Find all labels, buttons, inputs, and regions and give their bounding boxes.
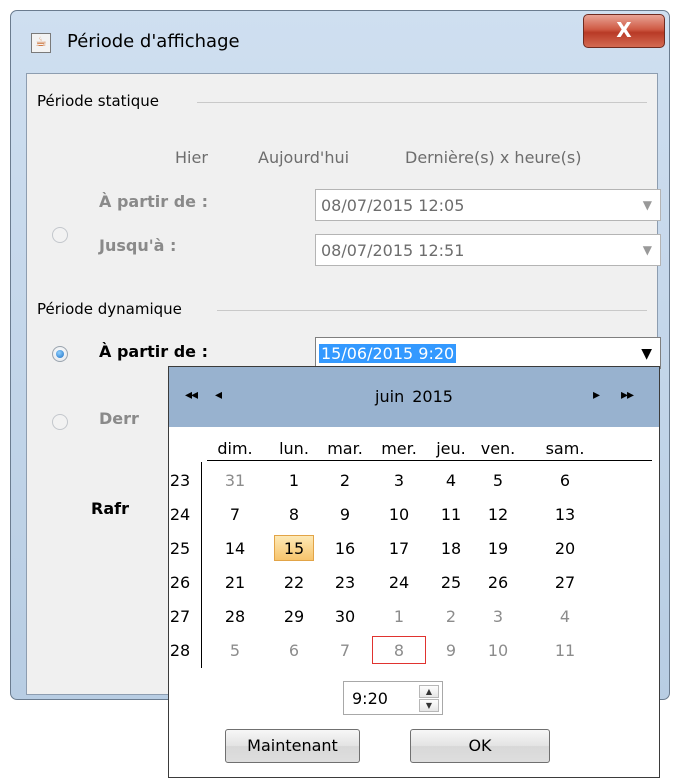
dynamic-last-label: Derr (99, 409, 139, 428)
weekday-header: sam. (545, 439, 585, 458)
calendar-day[interactable]: 14 (211, 539, 259, 558)
calendar-day[interactable]: 10 (474, 641, 522, 660)
calendar-day[interactable]: 20 (541, 539, 589, 558)
calendar-day[interactable]: 9 (427, 641, 475, 660)
week-number-divider (201, 462, 202, 668)
week-number: 24 (169, 505, 191, 524)
weekday-header: lun. (279, 439, 309, 458)
static-from-label: À partir de : (99, 192, 208, 211)
calendar-day[interactable]: 31 (211, 471, 259, 490)
ok-button[interactable]: OK (410, 729, 550, 763)
weekday-header: ven. (480, 439, 516, 458)
weekday-header: mar. (327, 439, 363, 458)
refresh-label: Rafr (91, 499, 129, 518)
calendar-day[interactable]: 1 (375, 607, 423, 626)
static-period-radio[interactable] (52, 227, 68, 243)
next-month-icon[interactable]: ▸ (593, 387, 600, 403)
calendar-day[interactable]: 11 (541, 641, 589, 660)
calendar-day[interactable]: 3 (474, 607, 522, 626)
month-label: juin (375, 387, 405, 406)
window-title: Période d'affichage (67, 31, 240, 52)
calendar-day[interactable]: 13 (541, 505, 589, 524)
spinner-down-icon[interactable]: ▼ (419, 699, 439, 712)
month-year-title: juin 2015 (169, 387, 659, 406)
calendar-day[interactable]: 6 (541, 471, 589, 490)
calendar-day[interactable]: 8 (270, 505, 318, 524)
spinner-up-icon[interactable]: ▲ (419, 685, 439, 698)
week-number: 26 (169, 573, 191, 592)
calendar-day[interactable]: 27 (541, 573, 589, 592)
calendar-day[interactable]: 1 (270, 471, 318, 490)
calendar-day[interactable]: 7 (211, 505, 259, 524)
calendar-day[interactable]: 24 (375, 573, 423, 592)
calendar-day[interactable]: 12 (474, 505, 522, 524)
week-number: 28 (169, 641, 191, 660)
dynamic-last-radio[interactable] (52, 414, 68, 430)
static-period-title: Période statique (37, 92, 167, 110)
dynamic-from-value[interactable]: 15/06/2015 9:20 (319, 344, 457, 363)
calendar-day[interactable]: 22 (270, 573, 318, 592)
time-value[interactable]: 9:20 (352, 689, 388, 708)
dynamic-from-label: À partir de : (99, 342, 208, 361)
weekday-header: jeu. (436, 439, 466, 458)
chevron-down-icon: ▼ (641, 346, 652, 362)
calendar-day[interactable]: 2 (427, 607, 475, 626)
java-icon: ☕ (31, 33, 51, 53)
close-button[interactable]: X (583, 14, 665, 48)
year-label: 2015 (412, 387, 453, 406)
static-from-combo[interactable]: 08/07/2015 12:05 ▼ (315, 189, 661, 221)
dynamic-period-title: Période dynamique (37, 300, 190, 318)
dynamic-from-radio[interactable] (52, 346, 68, 362)
col-today[interactable]: Aujourd'hui (258, 148, 349, 167)
weekday-divider (207, 460, 652, 461)
calendar-day[interactable]: 2 (321, 471, 369, 490)
calendar-header: ◂◂ ◂ juin 2015 ▸ ▸▸ (169, 367, 659, 427)
calendar-day[interactable]: 17 (375, 539, 423, 558)
calendar-day[interactable]: 19 (474, 539, 522, 558)
week-number: 23 (169, 471, 191, 490)
calendar-day[interactable]: 5 (474, 471, 522, 490)
date-picker-popup: ◂◂ ◂ juin 2015 ▸ ▸▸ dim. lun. mar. mer. jeu. v… (168, 366, 660, 778)
calendar-day[interactable]: 8 (375, 641, 423, 660)
calendar-day[interactable]: 29 (270, 607, 318, 626)
calendar-day[interactable]: 18 (427, 539, 475, 558)
week-number: 25 (169, 539, 191, 558)
static-to-label: Jusqu'à : (99, 236, 177, 255)
calendar-day[interactable]: 5 (211, 641, 259, 660)
calendar-day[interactable]: 21 (211, 573, 259, 592)
calendar-day[interactable]: 28 (211, 607, 259, 626)
next-year-icon[interactable]: ▸▸ (621, 387, 634, 403)
calendar-day[interactable]: 9 (321, 505, 369, 524)
static-to-combo[interactable]: 08/07/2015 12:51 ▼ (315, 234, 661, 266)
group-divider (217, 310, 647, 311)
calendar-day[interactable]: 10 (375, 505, 423, 524)
calendar-day[interactable]: 4 (427, 471, 475, 490)
calendar-day[interactable]: 30 (321, 607, 369, 626)
calendar-day[interactable]: 26 (474, 573, 522, 592)
static-from-value: 08/07/2015 12:05 (321, 196, 465, 215)
chevron-down-icon: ▼ (642, 198, 652, 212)
col-yesterday[interactable]: Hier (175, 148, 208, 167)
weekday-header: dim. (217, 439, 253, 458)
calendar-day[interactable]: 4 (541, 607, 589, 626)
calendar-day[interactable]: 6 (270, 641, 318, 660)
time-spinner[interactable]: 9:20 ▲ ▼ (343, 681, 443, 715)
dynamic-from-combo[interactable]: 15/06/2015 9:20 ▼ (315, 337, 661, 369)
week-number: 27 (169, 607, 191, 626)
calendar-day[interactable]: 23 (321, 573, 369, 592)
static-to-value: 08/07/2015 12:51 (321, 241, 465, 260)
weekday-header: mer. (381, 439, 417, 458)
calendar-day[interactable]: 3 (375, 471, 423, 490)
calendar-day[interactable]: 7 (321, 641, 369, 660)
calendar-day[interactable]: 16 (321, 539, 369, 558)
calendar-day[interactable]: 25 (427, 573, 475, 592)
chevron-down-icon: ▼ (642, 243, 652, 257)
calendar-day[interactable]: 11 (427, 505, 475, 524)
calendar-day[interactable]: 15 (270, 539, 318, 558)
col-last-hours[interactable]: Dernière(s) x heure(s) (405, 148, 581, 167)
group-divider (197, 102, 647, 103)
now-button[interactable]: Maintenant (225, 729, 360, 763)
title-bar[interactable]: ☕ Période d'affichage X (11, 11, 669, 71)
